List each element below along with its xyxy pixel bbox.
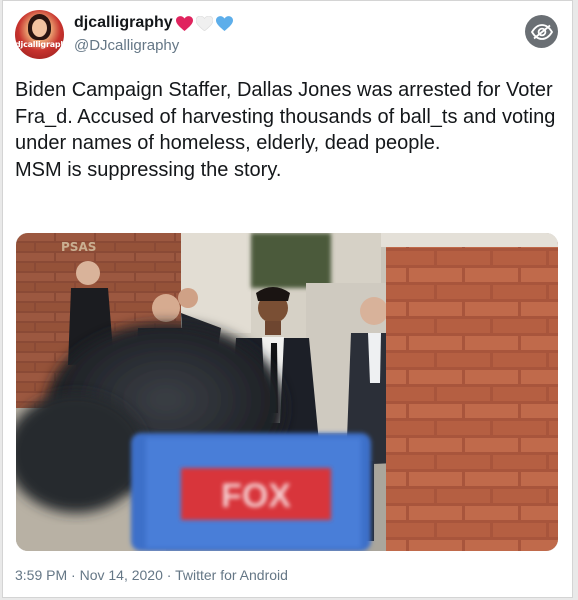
tweet-text: Biden Campaign Staffer, Dallas Jones was… [15,77,560,183]
mic-flag-label: FOX [221,477,291,515]
avatar[interactable]: djcalligraphy [15,10,64,59]
avatar-face [32,19,47,37]
tweet-time[interactable]: 3:59 PM [15,567,67,583]
display-name[interactable]: djcalligraphy [74,14,173,32]
tweet-source[interactable]: Twitter for Android [175,567,288,583]
handle[interactable]: @DJcalligraphy [74,37,179,54]
eye-icon [530,23,553,40]
tweet-media-image[interactable]: PSAS FOX [16,233,558,551]
meta-separator-2: · [162,567,176,583]
avatar-label: djcalligraphy [15,40,64,49]
tweet-text-paragraph-1: Biden Campaign Staffer, Dallas Jones was… [15,79,556,154]
tweet-date[interactable]: Nov 14, 2020 [80,567,163,583]
blue-heart-icon [215,15,233,31]
media-photo: PSAS FOX [16,233,558,551]
tweet-card: djcalligraphy djcalligraphy @DJcalligrap… [2,0,573,598]
media-watermark: PSAS [61,240,96,254]
red-heart-icon [175,15,193,31]
tweet-metadata: 3:59 PM · Nov 14, 2020 · Twitter for And… [15,567,288,583]
meta-separator-1: · [67,567,80,583]
display-name-row[interactable]: djcalligraphy [74,14,233,32]
eye-button[interactable] [525,15,558,48]
tweet-text-paragraph-2: MSM is suppressing the story. [15,158,282,181]
white-heart-icon [195,15,213,31]
